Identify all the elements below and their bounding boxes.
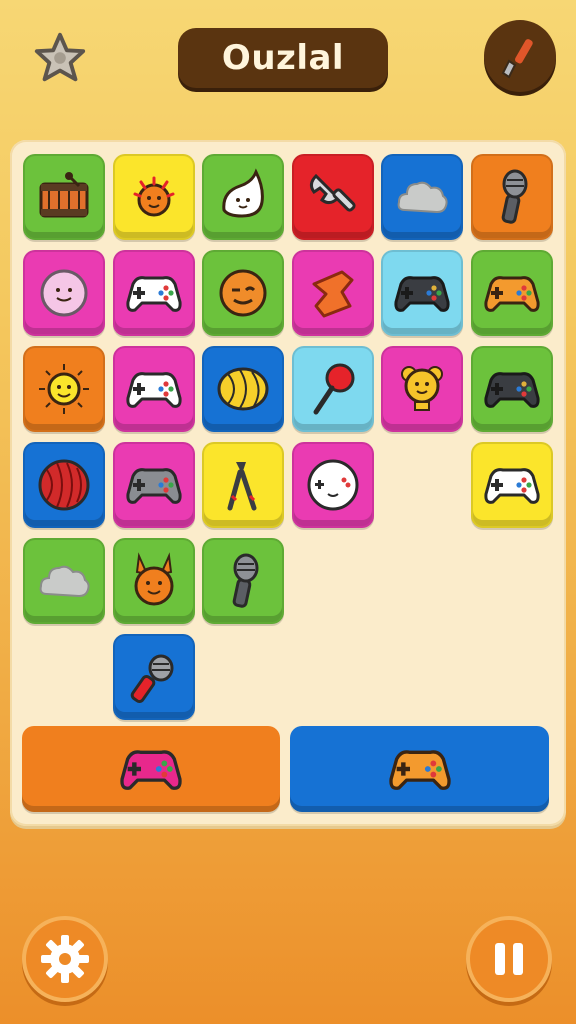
sun-creature-icon: [133, 176, 174, 217]
game-title: Ouzlal: [221, 38, 345, 78]
tile[interactable]: [23, 250, 105, 336]
microphone-icon: [232, 553, 259, 608]
sun-icon: [39, 364, 89, 414]
pink-gamepad-icon: [120, 750, 182, 790]
tile[interactable]: [470, 250, 553, 336]
black-gamepad-icon: [483, 372, 540, 408]
microphone-icon: [501, 169, 527, 224]
orange-gamepad-icon: [388, 750, 451, 790]
tile[interactable]: [23, 442, 105, 528]
tile[interactable]: [112, 538, 195, 624]
white-gamepad-icon: [125, 372, 182, 408]
wrench-icon: [501, 39, 533, 79]
tile[interactable]: [112, 634, 195, 720]
tongs-icon: [227, 462, 257, 511]
pause-button[interactable]: [466, 916, 552, 1002]
tile[interactable]: [202, 154, 284, 240]
tile[interactable]: [23, 154, 105, 240]
maraca-icon: [313, 363, 354, 415]
tile[interactable]: [112, 346, 195, 432]
grey-gamepad-icon: [125, 468, 182, 504]
tile[interactable]: [381, 346, 463, 432]
tile[interactable]: [23, 538, 105, 624]
tile[interactable]: [381, 250, 463, 336]
star-icon: [34, 32, 86, 82]
tray-slot[interactable]: [290, 726, 549, 812]
tile[interactable]: [112, 442, 195, 528]
tile[interactable]: [291, 154, 374, 240]
tile[interactable]: [470, 154, 553, 240]
star-button[interactable]: [28, 26, 92, 90]
tile[interactable]: [470, 346, 553, 432]
pause-icon: [495, 943, 523, 975]
face-ball-icon: [307, 459, 358, 511]
tile[interactable]: [291, 442, 374, 528]
white-gamepad-icon: [483, 468, 540, 504]
bunny-icon: [134, 552, 173, 606]
drum-icon: [39, 172, 89, 218]
bear-trophy-icon: [401, 366, 443, 411]
title-banner: Ouzlal: [178, 28, 388, 88]
top-bar: Ouzlal: [0, 0, 576, 130]
tile[interactable]: [202, 250, 284, 336]
cloud-icon: [39, 565, 90, 598]
tile[interactable]: [112, 154, 195, 240]
tile[interactable]: [202, 346, 284, 432]
winking-face-icon: [219, 269, 267, 317]
wrench-icon: [309, 173, 356, 212]
ghost-blob-icon: [222, 168, 264, 218]
red-microphone-icon: [130, 654, 173, 704]
tile[interactable]: [470, 442, 553, 528]
cloud-icon: [397, 181, 448, 214]
tile[interactable]: [291, 346, 374, 432]
tile[interactable]: [112, 250, 195, 336]
tool-button[interactable]: [484, 20, 556, 92]
red-ball-icon: [38, 459, 90, 511]
black-gamepad-icon: [394, 276, 450, 312]
yellow-ball-icon: [217, 367, 269, 411]
tray-slot[interactable]: [22, 726, 280, 812]
orange-gamepad-icon: [483, 276, 540, 312]
tile[interactable]: [381, 154, 463, 240]
block-icon: [312, 270, 353, 318]
tile[interactable]: [23, 346, 105, 432]
tile[interactable]: [291, 250, 374, 336]
white-gamepad-icon: [125, 276, 182, 312]
gear-icon: [41, 935, 89, 983]
tile[interactable]: [202, 442, 284, 528]
smiley-ball-icon: [40, 269, 88, 317]
tile[interactable]: [202, 538, 284, 624]
settings-button[interactable]: [22, 916, 108, 1002]
